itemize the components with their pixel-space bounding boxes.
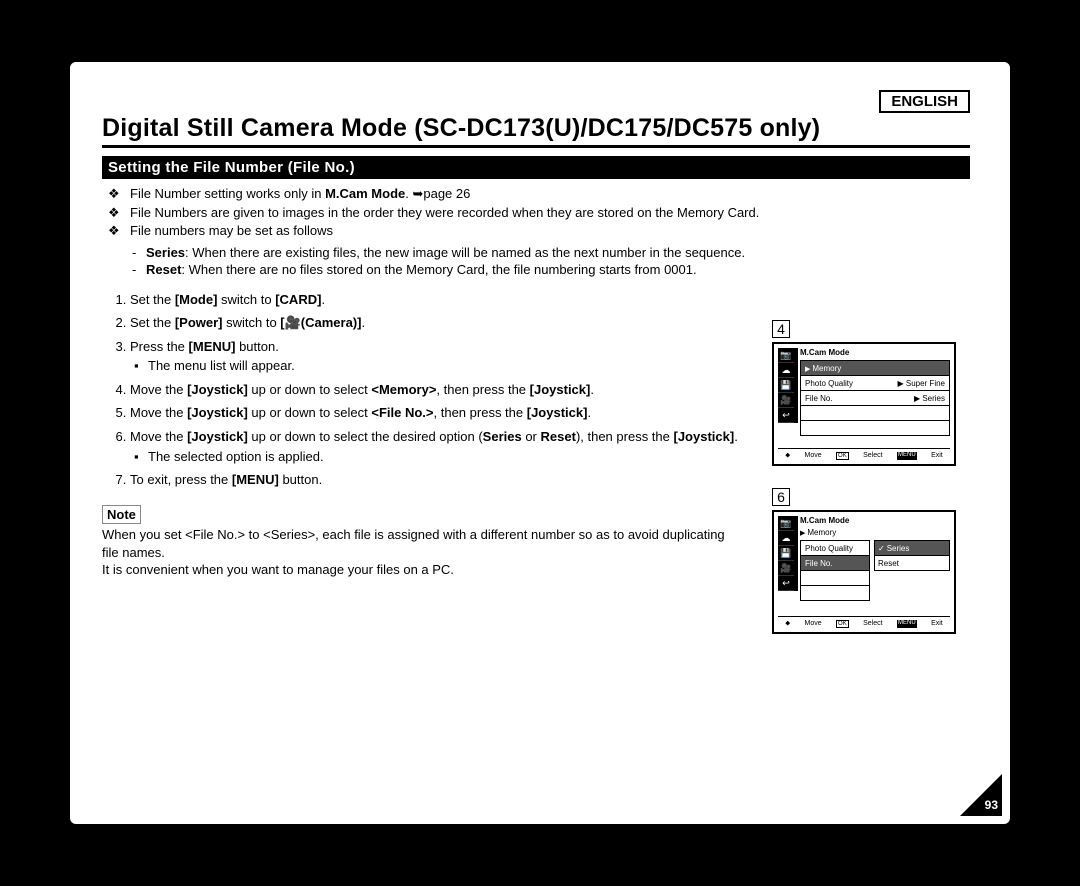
menu-label: MENU: [897, 452, 917, 460]
menu-label: MENU: [897, 620, 917, 628]
page-title: Digital Still Camera Mode (SC-DC173(U)/D…: [102, 114, 970, 143]
intro-item: File Number setting works only in M.Cam …: [130, 185, 970, 203]
lcd6-mode: M.Cam Mode: [800, 516, 849, 525]
memory-icon: 💾: [778, 546, 794, 561]
movie-icon: 🎥: [778, 393, 794, 408]
intro-list: File Number setting works only in M.Cam …: [102, 185, 970, 240]
page-number: 93: [985, 798, 998, 812]
step-item: Move the [Joystick] up or down to select…: [130, 381, 750, 399]
language-tag: ENGLISH: [879, 90, 970, 113]
intro-subitem: Series: When there are existing files, t…: [146, 244, 970, 262]
figure-step-6: 6: [772, 488, 790, 506]
intro-item: File numbers may be set as follows: [130, 222, 970, 240]
page: ENGLISH Digital Still Camera Mode (SC-DC…: [70, 62, 1010, 824]
lcd-subrow: Series: [874, 540, 950, 556]
figure-step-4: 4: [772, 320, 790, 338]
movie-icon: 🎥: [778, 561, 794, 576]
cloud-icon: ☁: [778, 531, 794, 546]
steps-list: Set the [Mode] switch to [CARD]. Set the …: [102, 291, 750, 489]
lcd4-mode: M.Cam Mode: [800, 348, 849, 357]
footer-select: Select: [863, 620, 882, 628]
step-item: Move the [Joystick] up or down to select…: [130, 428, 750, 465]
cloud-icon: ☁: [778, 363, 794, 378]
lcd-row: File No.▶ Series: [800, 390, 950, 406]
ok-label: OK: [836, 452, 849, 460]
camera-icon: 📷: [778, 516, 794, 531]
page-number-badge: 93: [960, 774, 1002, 816]
lcd6-rows: Photo QualityFile No.: [800, 540, 870, 600]
intro-item: File Numbers are given to images in the …: [130, 204, 970, 222]
footer-exit: Exit: [931, 452, 943, 460]
lcd4-footer: ⬥ Move OK Select MENU Exit: [778, 448, 950, 460]
memory-icon: 💾: [778, 378, 794, 393]
section-heading: Setting the File Number (File No.): [102, 156, 970, 179]
step-item: Set the [Power] switch to [🎥(Camera)].: [130, 314, 750, 332]
step-item: To exit, press the [MENU] button.: [130, 471, 750, 489]
step-item: Move the [Joystick] up or down to select…: [130, 404, 750, 422]
lcd4-rows: MemoryPhoto Quality▶ Super FineFile No.▶…: [800, 360, 950, 435]
footer-select: Select: [863, 452, 882, 460]
lcd-panel-4: 📷 ☁ 💾 🎥 ↩ M.Cam Mode MemoryPhoto Quality…: [772, 342, 956, 466]
step-sub: The selected option is applied.: [148, 448, 750, 466]
back-icon: ↩: [778, 576, 794, 591]
intro-subitem: Reset: When there are no files stored on…: [146, 261, 970, 279]
footer-exit: Exit: [931, 620, 943, 628]
footer-move: Move: [805, 620, 822, 628]
lcd-row: Memory: [800, 360, 950, 376]
step-item: Set the [Mode] switch to [CARD].: [130, 291, 750, 309]
lcd6-sub: SeriesReset: [874, 540, 950, 570]
title-underline: [102, 145, 970, 148]
intro-sublist: Series: When there are existing files, t…: [102, 244, 970, 279]
lcd-row: Photo Quality▶ Super Fine: [800, 375, 950, 391]
step-item: Press the [MENU] button.The menu list wi…: [130, 338, 750, 375]
back-icon: ↩: [778, 408, 794, 423]
step-sub: The menu list will appear.: [148, 357, 750, 375]
lcd-panel-6: 📷 ☁ 💾 🎥 ↩ M.Cam Mode Memory Photo Qualit…: [772, 510, 956, 634]
lcd-row: File No.: [800, 555, 870, 571]
ok-label: OK: [836, 620, 849, 628]
camera-icon: 📷: [778, 348, 794, 363]
note-text: When you set <File No.> to <Series>, eac…: [102, 526, 742, 579]
lcd-row: Photo Quality: [800, 540, 870, 556]
lcd-subrow: Reset: [874, 555, 950, 571]
lcd6-crumb: Memory: [800, 528, 836, 537]
note-heading: Note: [102, 505, 141, 525]
lcd6-footer: ⬥ Move OK Select MENU Exit: [778, 616, 950, 628]
footer-move: Move: [805, 452, 822, 460]
nav-icon: ⬥: [785, 452, 790, 460]
lcd-figures: 4 📷 ☁ 💾 🎥 ↩ M.Cam Mode MemoryPhoto Quali…: [772, 320, 964, 656]
nav-icon: ⬥: [785, 620, 790, 628]
